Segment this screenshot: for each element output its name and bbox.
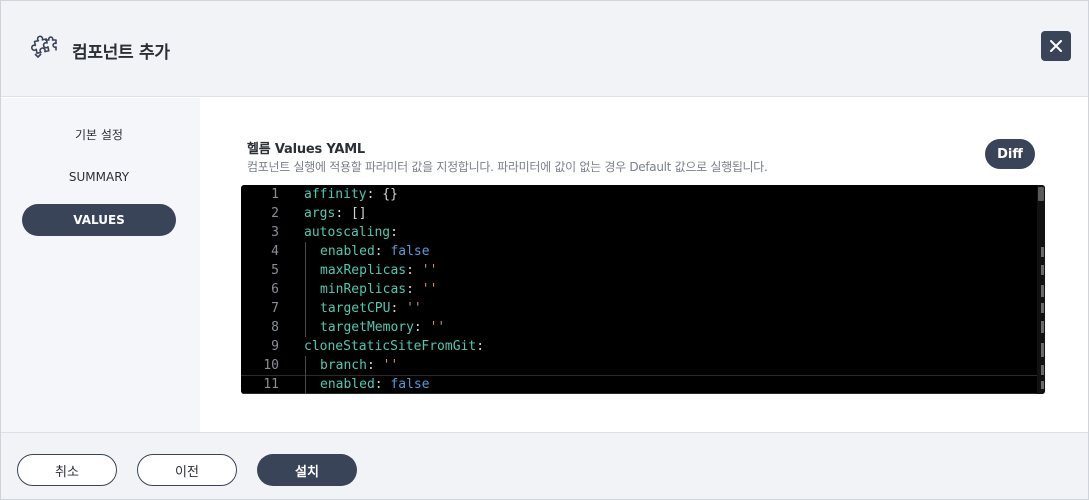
overview-ruler-mark [1041, 343, 1044, 357]
cancel-button[interactable]: 취소 [17, 454, 117, 486]
yaml-key: enabled [320, 244, 375, 259]
code-line[interactable]: 8 targetMemory: '' [241, 318, 1037, 337]
section-description: 컴포넌트 실행에 적용할 파라미터 값을 지정합니다. 파라미터에 값이 없는 … [247, 160, 768, 174]
close-button[interactable] [1041, 31, 1071, 61]
code-line[interactable]: 7 targetCPU: '' [241, 299, 1037, 318]
yaml-value: '' [382, 358, 399, 373]
yaml-value: '' [429, 320, 446, 335]
line-number: 9 [271, 339, 279, 354]
yaml-key: affinity [304, 187, 367, 202]
sidebar-item-values[interactable]: VALUES [22, 204, 176, 236]
indent-guide [305, 242, 306, 337]
overview-ruler-mark [1041, 265, 1044, 275]
overview-ruler-mark [1041, 321, 1044, 333]
yaml-value: false [390, 377, 430, 392]
section-title: 헬름 Values YAML [247, 142, 366, 157]
yaml-value: '' [421, 282, 438, 297]
dialog-header: 컴포넌트 추가 [1, 1, 1088, 97]
code-text: enabled: false [320, 244, 430, 259]
sidebar-item-label: VALUES [73, 213, 125, 227]
code-line[interactable]: 10 branch: '' [241, 356, 1037, 375]
sidebar-item-label: SUMMARY [68, 170, 130, 184]
line-number: 11 [263, 377, 279, 392]
install-button[interactable]: 설치 [257, 454, 357, 486]
code-text: targetMemory: '' [320, 320, 446, 335]
code-text: branch: '' [320, 358, 399, 373]
overview-ruler-mark [1041, 285, 1044, 297]
code-line[interactable]: 2 args: [] [241, 204, 1037, 223]
scrollbar-thumb[interactable] [1038, 187, 1044, 201]
diff-button[interactable]: Diff [985, 139, 1035, 169]
yaml-value: '' [421, 263, 438, 278]
values-panel: 헬름 Values YAML 컴포넌트 실행에 적용할 파라미터 값을 지정합니… [200, 98, 1088, 432]
line-number: 4 [271, 244, 279, 259]
yaml-key: branch [320, 358, 367, 373]
yaml-value: {} [382, 187, 398, 202]
sidebar-item-basic-settings[interactable]: 기본 설정 [22, 118, 176, 150]
yaml-key: autoscaling [304, 225, 391, 240]
dialog-footer: 취소 이전 설치 [1, 432, 1088, 499]
code-text: affinity: {} [304, 187, 398, 202]
yaml-value: '' [406, 301, 422, 316]
overview-ruler-mark [1041, 365, 1044, 375]
code-line[interactable]: 3 autoscaling: [241, 223, 1037, 242]
yaml-key: targetCPU [320, 301, 391, 316]
overview-ruler-mark [1041, 247, 1044, 257]
yaml-key: maxReplicas [320, 263, 407, 278]
code-text: targetCPU: '' [320, 301, 422, 316]
line-number: 2 [271, 206, 279, 221]
overview-ruler-mark [1041, 381, 1044, 389]
editor-scrollbar[interactable] [1037, 185, 1045, 394]
line-number: 8 [271, 320, 279, 335]
indent-guide [305, 356, 306, 394]
line-number: 3 [271, 225, 279, 240]
code-line[interactable]: 4 enabled: false [241, 242, 1037, 261]
yaml-key: args [304, 206, 336, 221]
line-number: 5 [271, 263, 279, 278]
step-sidebar: 기본 설정 SUMMARY VALUES [1, 98, 200, 432]
code-text: cloneStaticSiteFromGit: [304, 339, 485, 354]
sidebar-item-label: 기본 설정 [75, 127, 123, 142]
line-number: 7 [271, 301, 279, 316]
code-text: minReplicas: '' [320, 282, 438, 297]
line-number: 1 [271, 187, 279, 202]
code-text: autoscaling: [304, 225, 398, 240]
sidebar-item-summary[interactable]: SUMMARY [22, 161, 176, 193]
code-line[interactable]: 11 enabled: false [241, 375, 1037, 394]
yaml-key: cloneStaticSiteFromGit [304, 339, 477, 354]
add-component-dialog: 컴포넌트 추가 기본 설정 SUMMARY VALUES 헬름 Values Y… [0, 0, 1089, 500]
code-line[interactable]: 9 cloneStaticSiteFromGit: [241, 337, 1037, 356]
code-line[interactable]: 5 maxReplicas: '' [241, 261, 1037, 280]
yaml-key: enabled [320, 377, 375, 392]
previous-button[interactable]: 이전 [137, 454, 237, 486]
puzzle-icon [31, 34, 61, 64]
dialog-title: 컴포넌트 추가 [72, 43, 170, 63]
code-text: enabled: false [320, 377, 430, 392]
yaml-key: targetMemory [320, 320, 414, 335]
code-line[interactable]: 6 minReplicas: '' [241, 280, 1037, 299]
yaml-editor[interactable]: 1 affinity: {} 2 args: [] 3 autoscaling: 4 enab… [241, 185, 1045, 394]
yaml-value: false [390, 244, 430, 259]
line-number: 10 [263, 358, 279, 373]
overview-ruler-mark [1041, 303, 1044, 313]
line-number: 6 [271, 282, 279, 297]
yaml-value: [] [350, 206, 367, 221]
yaml-key: minReplicas [320, 282, 407, 297]
code-text: maxReplicas: '' [320, 263, 438, 278]
code-line[interactable]: 1 affinity: {} [241, 185, 1037, 204]
code-text: args: [] [304, 206, 367, 221]
close-icon [1050, 37, 1062, 56]
